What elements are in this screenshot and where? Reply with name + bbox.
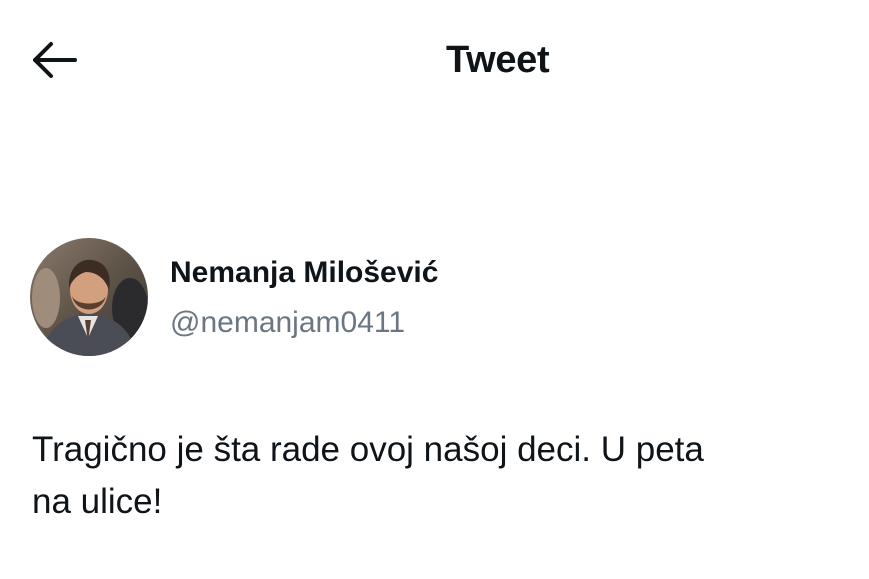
tweet-text-line: na ulice! xyxy=(32,482,163,521)
arrow-left-icon xyxy=(33,42,77,78)
top-bar: Tweet xyxy=(0,20,869,100)
avatar[interactable] xyxy=(30,238,148,356)
tweet-text: Tragično je šta rade ovoj našoj deci. U … xyxy=(32,424,869,528)
author-handle[interactable]: @nemanjam0411 xyxy=(170,304,405,342)
tweet-text-line: Tragično je šta rade ovoj našoj deci. U … xyxy=(32,430,704,469)
tweet-author: Nemanja Milošević @nemanjam0411 xyxy=(30,238,850,358)
back-button[interactable] xyxy=(28,38,80,82)
tweet-page: Tweet Nemanja Milošević @nemanjam0411 Tr… xyxy=(0,0,869,579)
page-title: Tweet xyxy=(446,39,550,81)
author-name[interactable]: Nemanja Milošević xyxy=(170,254,438,292)
avatar-photo xyxy=(30,238,148,356)
